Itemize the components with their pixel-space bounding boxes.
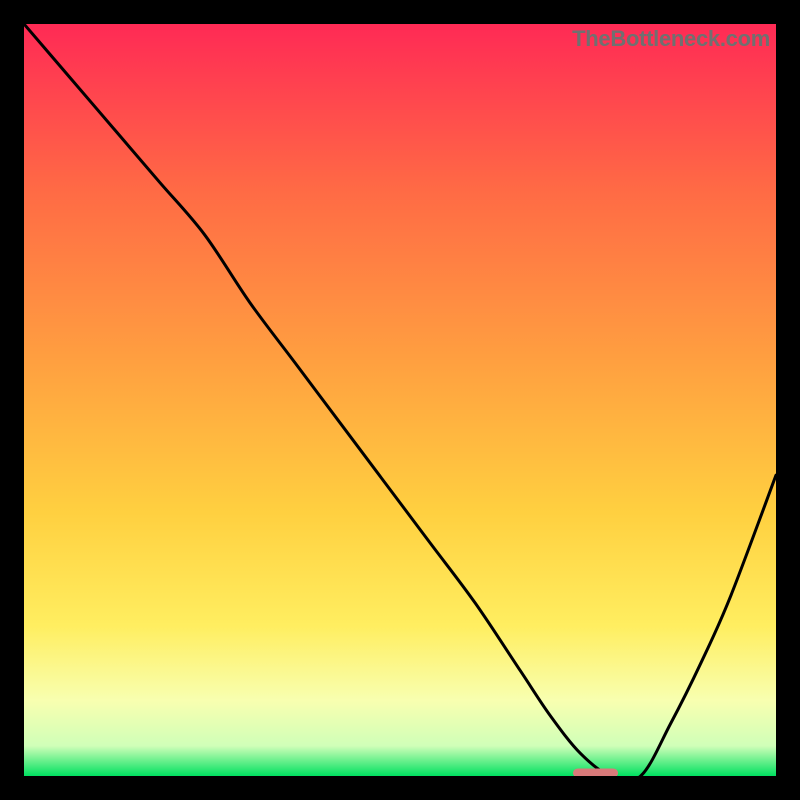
chart-curve-layer — [24, 24, 776, 776]
watermark-text: TheBottleneck.com — [572, 26, 770, 52]
chart-plot-area: TheBottleneck.com — [24, 24, 776, 776]
minimum-marker — [573, 768, 618, 776]
chart-frame: TheBottleneck.com — [0, 0, 800, 800]
bottleneck-curve — [24, 24, 776, 776]
